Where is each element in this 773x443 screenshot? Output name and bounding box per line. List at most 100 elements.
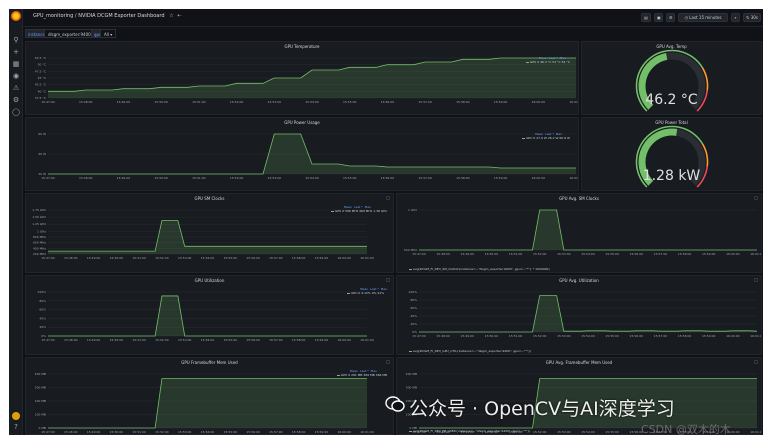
shield-icon[interactable]: ◯ [12, 108, 20, 116]
legend-series-name[interactable]: GPU 0 [335, 209, 344, 213]
legend-series-name[interactable]: GPU 0 [530, 60, 539, 64]
legend-series-name[interactable]: GPU 0 [341, 373, 350, 377]
refresh-picker[interactable]: ↻ 30s [743, 13, 761, 22]
grafana-logo-icon[interactable] [11, 11, 21, 21]
dashboard-title[interactable]: GPU_monitoring / NVIDIA DCGM Exporter Da… [33, 13, 165, 19]
settings-icon[interactable]: ⚙ [666, 13, 675, 22]
legend-query[interactable]: avg(DCGM_FI_DEV_FB_USED{instance=~"dlsgm… [413, 429, 530, 433]
x-tick-label: 15:58:00 [292, 338, 306, 342]
x-tick-label: 15:54:00 [201, 338, 215, 342]
y-tick-label: 20% [410, 322, 417, 326]
legend-max-value: 54 °C [561, 60, 570, 64]
x-tick-label: 15:48:00 [79, 100, 93, 104]
panel-title: GPU Avg. Temp [656, 44, 687, 49]
panel-gpu-avg-utilization[interactable]: GPU Avg. Utilization □ 0% 20% 40% 60% 80% 100… [396, 275, 762, 355]
add-panel-button[interactable]: ▤ [641, 13, 651, 22]
y-tick-label: 52.5 °C [35, 56, 46, 60]
x-tick-label: 15:54:00 [305, 176, 319, 180]
gauge-value: 1.28 kW [642, 168, 701, 184]
legend-max-value: 1.38 GHz [373, 209, 387, 213]
y-tick-label: 400 MHz [33, 246, 47, 250]
legend-last-value: 53 °C [552, 60, 561, 64]
x-tick-label: 15:57:00 [654, 252, 668, 256]
x-tick-label: 15:55:00 [605, 334, 619, 338]
panel-gpu-avg-temp[interactable]: GPU Avg. Temp 46.2 °C [581, 41, 762, 115]
x-tick-label: 15:54:00 [581, 334, 595, 338]
x-tick-label: 16:00:00 [337, 256, 351, 260]
alerting-icon[interactable]: ⚠ [12, 84, 20, 92]
configuration-icon[interactable]: ⚙ [12, 96, 20, 104]
y-tick-label: 60% [410, 306, 417, 310]
legend-query[interactable]: avg(DCGM_FI_DEV_GPU_UTIL{instance=~"dlsg… [413, 349, 531, 353]
y-tick-label: 1.25 GHz [32, 222, 46, 226]
x-tick-label: 15:53:00 [178, 256, 192, 260]
time-range-picker[interactable]: ◷ Last 15 minutes [678, 13, 728, 22]
help-icon[interactable]: ? [12, 423, 20, 431]
avg-sm-clocks-chart: 500 MHz1 GHz15:47:00 15:48:00 15:49:00 15:5… [404, 208, 761, 256]
series-area [48, 220, 367, 254]
series-swatch [409, 268, 412, 270]
x-tick-label: 16:00:00 [726, 252, 740, 256]
variable-select-instance[interactable]: dlsgm_exporter:9400 ▾ [44, 29, 98, 38]
x-tick-label: 15:53:00 [557, 252, 571, 256]
utilization-legend: Mean Last * Max GPU 0 4.12% 0% 91% [347, 287, 387, 295]
panel-menu-icon[interactable]: □ [386, 277, 390, 282]
series-area [48, 378, 367, 428]
x-tick-label: 15:51:00 [509, 334, 523, 338]
plus-icon[interactable]: + [12, 48, 20, 56]
x-tick-label: 15:54:00 [201, 256, 215, 260]
y-tick-label: 200 MB [35, 399, 46, 403]
star-icon[interactable]: ☆ [169, 13, 173, 19]
x-tick-label: 15:49:00 [461, 252, 475, 256]
legend-mean-value: 27.9 W [536, 136, 547, 140]
panel-gpu-sm-clocks[interactable]: GPU SM Clocks □ 200 MHz 400 MHz 600 MHz 800… [25, 193, 394, 273]
user-avatar-icon[interactable] [12, 412, 20, 420]
grafana-window: ⚲ + ▦ ◉ ⚠ ⚙ ◯ ? GPU_monitoring / NVIDIA … [9, 9, 763, 435]
panel-title: GPU Avg. Utilization [559, 278, 599, 283]
legend-series-name[interactable]: GPU 0 [526, 136, 535, 140]
legend-mean-value: 596 MHz [345, 209, 359, 213]
dashboards-icon[interactable]: ▦ [12, 60, 20, 68]
panel-gpu-power-usage[interactable]: GPU Power Usage 20 W 40 W 60 W 15:47:00 15:4… [25, 117, 579, 191]
avg-utilization-chart: 0%20%40%60%80%100%15:47:00 15:48:00 15:49:… [408, 290, 761, 338]
share-icon[interactable]: ⇠ [177, 13, 181, 19]
panel-menu-icon[interactable]: □ [754, 359, 758, 364]
avg-framebuffer-legend: avg(DCGM_FI_DEV_FB_USED{instance=~"dlsgm… [409, 429, 530, 433]
x-tick-label: 16:00:00 [726, 334, 740, 338]
refresh-interval: 30s [750, 15, 758, 20]
x-tick-label: 15:58:00 [456, 100, 470, 104]
y-tick-label: 80% [39, 299, 46, 303]
legend-series-name[interactable]: GPU 0 [351, 291, 360, 295]
panel-menu-icon[interactable]: □ [386, 195, 390, 200]
x-tick-label: 15:58:00 [292, 256, 306, 260]
x-tick-label: 15:53:00 [557, 430, 571, 434]
panel-gpu-utilization[interactable]: GPU Utilization □ 0% 20% 40% 60% 80% 100% 15:4… [25, 275, 394, 355]
x-tick-label: 15:54:00 [201, 430, 215, 434]
breadcrumb[interactable]: GPU_monitoring / NVIDIA DCGM Exporter Da… [33, 13, 181, 19]
x-tick-label: 15:58:00 [456, 176, 470, 180]
zoom-out-icon[interactable]: ⌕ [731, 13, 740, 22]
panel-gpu-temperature[interactable]: GPU Temperature 37.5 °C 40 °C 42.5 °C 45 °C… [25, 41, 579, 115]
panel-gpu-avg-sm-clocks[interactable]: GPU Avg. SM Clocks □ 500 MHz 1 GHz 15:47:0… [396, 193, 762, 273]
panel-gpu-power-total[interactable]: GPU Power Total 1.28 kW [581, 117, 762, 191]
series-line [419, 295, 758, 333]
x-tick-label: 16:00:00 [337, 338, 351, 342]
panel-menu-icon[interactable]: □ [754, 277, 758, 282]
x-tick-label: 15:56:00 [246, 430, 260, 434]
x-tick-label: 15:55:00 [224, 338, 238, 342]
series-swatch [525, 61, 529, 63]
x-tick-label: 15:50:00 [110, 256, 124, 260]
panel-menu-icon[interactable]: □ [386, 359, 390, 364]
variable-select-gpu[interactable]: All ▾ [100, 29, 117, 38]
explore-icon[interactable]: ◉ [12, 72, 20, 80]
panel-title: GPU Framebuffer Mem Used [181, 360, 238, 365]
legend-max-value: 91% [377, 291, 385, 295]
save-icon[interactable]: ▣ [654, 13, 663, 22]
x-tick-label: 15:49:00 [87, 338, 101, 342]
x-tick-label: 15:51:00 [132, 256, 146, 260]
panel-menu-icon[interactable]: □ [754, 195, 758, 200]
panel-gpu-framebuffer-mem-used[interactable]: GPU Framebuffer Mem Used □ 0 MB 100 MB 200… [25, 357, 394, 435]
search-icon[interactable]: ⚲ [12, 36, 20, 44]
series-area [419, 295, 757, 332]
legend-query[interactable]: avg(DCGM_FI_DEV_SM_CLOCK{instance=~"dlsg… [413, 267, 550, 271]
